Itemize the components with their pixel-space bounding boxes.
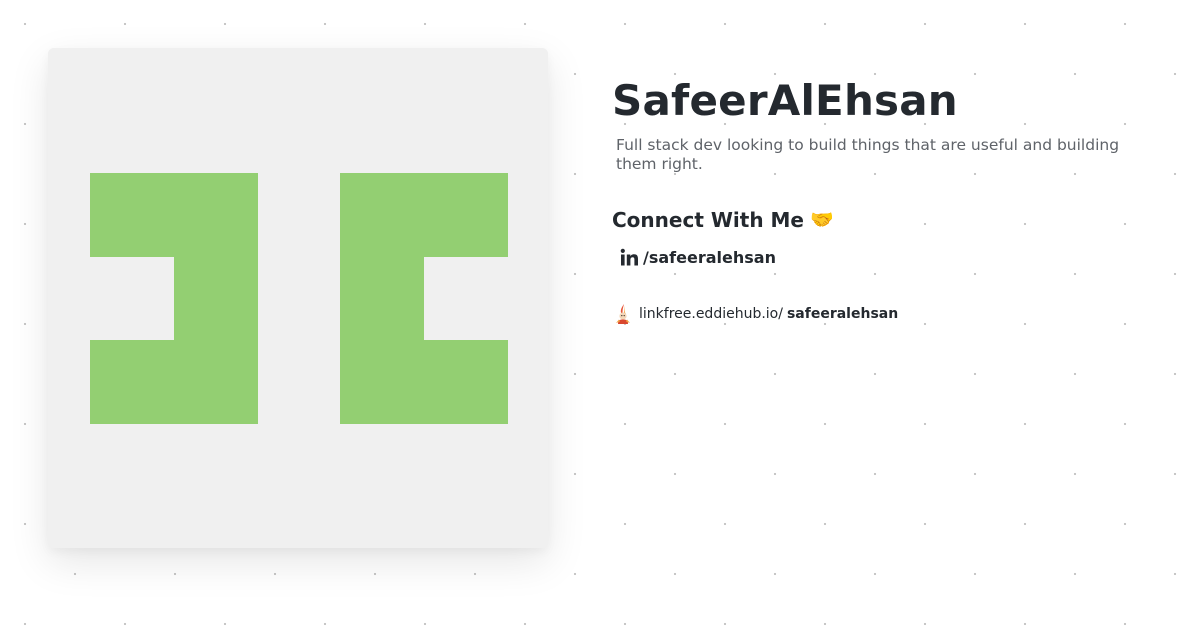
linkfree-logo-icon [616,304,630,324]
page-title: SafeerAlEhsan [612,76,958,125]
linkfree-domain: linkfree.eddiehub.io/ [639,306,783,322]
linkfree-link[interactable]: linkfree.eddiehub.io/ safeeralehsan [614,303,1172,325]
linkedin-link[interactable]: /safeeralehsan [620,248,1172,267]
connect-heading: Connect With Me 🤝 [612,208,1172,232]
profile-info: SafeerAlEhsan Full stack dev looking to … [612,76,1172,325]
identicon-image [48,48,548,548]
linkedin-label: /safeeralehsan [643,248,776,267]
profile-bio: Full stack dev looking to build things t… [616,136,1120,173]
linkedin-icon [620,248,638,266]
avatar [48,48,548,548]
linkfree-username: safeeralehsan [786,306,899,322]
connect-heading-text: Connect With Me [612,208,804,232]
handshake-icon: 🤝 [809,209,834,231]
